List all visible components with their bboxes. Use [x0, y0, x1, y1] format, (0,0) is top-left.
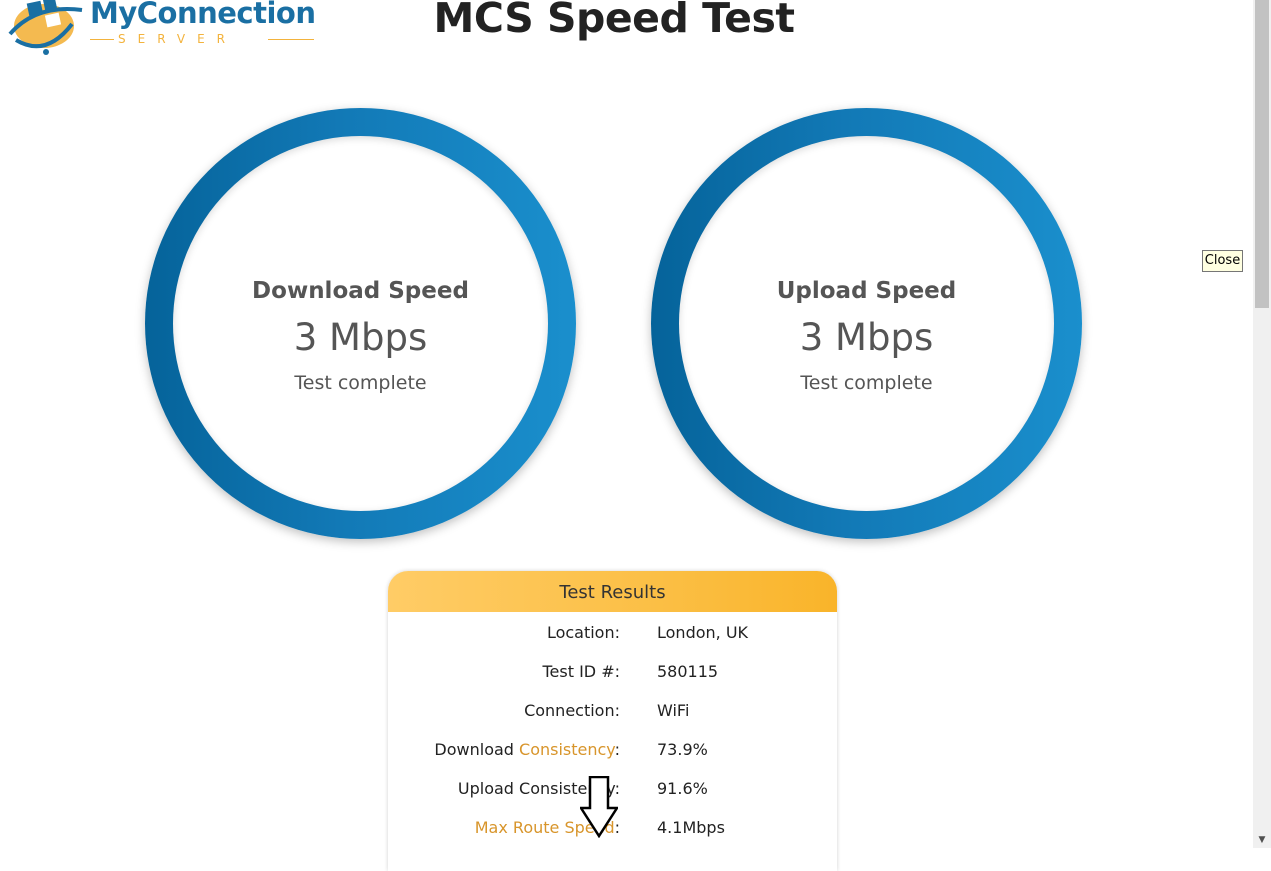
scroll-down-arrow-icon[interactable]: ▼ [1253, 832, 1271, 848]
result-key: Location: [546, 623, 620, 642]
upload-speed-gauge: Upload Speed 3 Mbps Test complete [651, 108, 1082, 539]
result-key-suffix: : [614, 740, 620, 759]
test-results-header: Test Results [388, 571, 837, 612]
result-row-connection: Connection: WiFi [388, 701, 837, 731]
download-speed-label: Download Speed [252, 278, 469, 304]
consistency-link[interactable]: Consistency [519, 740, 615, 759]
result-value: 580115 [657, 662, 719, 681]
result-key: Test ID #: [542, 662, 620, 681]
upload-status: Test complete [800, 372, 933, 394]
scrollbar-thumb[interactable] [1255, 0, 1269, 308]
result-key: Connection: [524, 701, 620, 720]
result-value: London, UK [657, 623, 749, 642]
result-key-prefix: Download [434, 740, 520, 759]
result-value: 91.6% [657, 779, 708, 798]
result-value: 4.1Mbps [657, 818, 725, 837]
result-value: WiFi [657, 701, 690, 720]
gauge-face: Download Speed 3 Mbps Test complete [173, 136, 548, 511]
gauge-face: Upload Speed 3 Mbps Test complete [679, 136, 1054, 511]
close-button[interactable]: Close [1202, 250, 1243, 272]
upload-speed-label: Upload Speed [776, 278, 957, 304]
result-value: 73.9% [657, 740, 708, 759]
result-key: Download Consistency: [434, 740, 620, 759]
page-title: MCS Speed Test [433, 0, 795, 42]
result-row-test-id: Test ID #: 580115 [388, 662, 837, 692]
download-speed-gauge: Download Speed 3 Mbps Test complete [145, 108, 576, 539]
result-row-download-consistency: Download Consistency: 73.9% [388, 740, 837, 770]
download-status: Test complete [294, 372, 427, 394]
result-row-location: Location: London, UK [388, 623, 837, 653]
upload-speed-value: 3 Mbps [799, 316, 934, 359]
vertical-scrollbar[interactable]: ▲ ▼ [1253, 0, 1271, 848]
down-arrow-cursor-icon [580, 776, 618, 838]
download-speed-value: 3 Mbps [293, 316, 428, 359]
